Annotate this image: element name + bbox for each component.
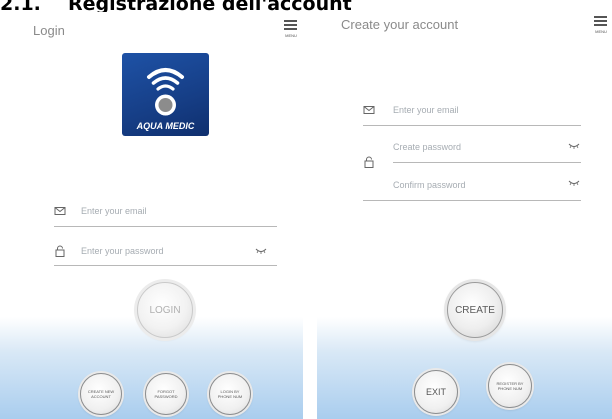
show-confirm-password-icon[interactable] [568, 180, 580, 186]
register-by-phone-button[interactable]: REGISTER BY PHONE NUM [488, 364, 532, 408]
lock-icon [55, 245, 65, 257]
login-by-phone-button[interactable]: LOGIN BY PHONE NUM [209, 373, 251, 415]
login-screen: Login MENU AQUA MEDIC LOGIN [0, 12, 303, 419]
logo-text: AQUA MEDIC [136, 121, 195, 131]
email-underline [363, 125, 581, 126]
confirm-password-underline [363, 200, 581, 201]
hamburger-icon [284, 20, 297, 32]
hamburger-icon [594, 16, 607, 28]
confirm-password-input[interactable] [393, 176, 553, 194]
envelope-icon [363, 106, 375, 114]
confirm-password-field [393, 172, 581, 198]
show-password-icon[interactable] [568, 143, 580, 149]
email-input[interactable] [81, 202, 261, 220]
menu-label: MENU [285, 33, 297, 38]
create-account-button[interactable]: CREATE NEW ACCOUNT [80, 373, 122, 415]
email-underline [54, 226, 277, 227]
create-password-underline [393, 162, 581, 163]
menu-button[interactable]: MENU [283, 17, 299, 43]
login-button[interactable]: LOGIN [137, 282, 193, 338]
lock-icon [364, 156, 374, 168]
forgot-password-button[interactable]: FORGOT PASSWORD [145, 373, 187, 415]
menu-label: MENU [595, 29, 607, 34]
password-field [54, 238, 277, 264]
wifi-icon [147, 68, 184, 116]
exit-button[interactable]: EXIT [414, 370, 458, 414]
screen-title: Create your account [341, 17, 459, 32]
screen-title: Login [33, 23, 65, 38]
menu-button[interactable]: MENU [593, 13, 609, 39]
password-input[interactable] [81, 242, 241, 260]
email-field [54, 198, 277, 224]
create-password-input[interactable] [393, 138, 553, 156]
create-button[interactable]: CREATE [447, 282, 503, 338]
envelope-icon [54, 207, 66, 215]
email-field [363, 97, 581, 123]
show-password-icon[interactable] [255, 248, 267, 254]
create-account-screen: Create your account MENU CREATE EXIT REG… [317, 12, 612, 419]
email-input[interactable] [393, 101, 573, 119]
app-logo: AQUA MEDIC [122, 53, 209, 136]
password-underline [54, 265, 277, 266]
create-password-field [393, 134, 581, 160]
